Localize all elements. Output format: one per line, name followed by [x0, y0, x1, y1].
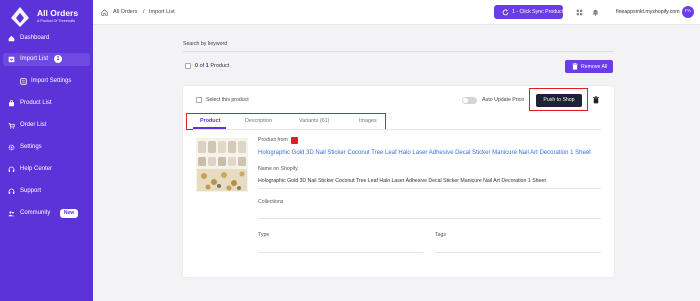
community-icon [8, 211, 15, 217]
sidebar-item-import-settings[interactable]: Import Settings [3, 75, 90, 88]
product-from-label: Product from [258, 137, 288, 143]
type-label: Type [258, 232, 270, 238]
count-of: of [199, 63, 205, 69]
tags-input[interactable] [435, 252, 601, 253]
top-bar: All Orders / Import List 1 - Click Sync … [93, 0, 700, 25]
count-unit: Product [210, 63, 230, 69]
product-title-link[interactable]: Holographic Gold 3D Nail Sticker Coconut… [258, 149, 591, 157]
auto-update-price-toggle[interactable] [462, 97, 477, 104]
tab-product[interactable]: Product [200, 118, 220, 125]
breadcrumb-all-orders[interactable]: All Orders [113, 9, 137, 16]
select-product-label: Select this product [206, 97, 249, 103]
auto-update-price-label: Auto Update Price [482, 97, 525, 103]
sidebar-item-import-list[interactable]: Import List 1 [3, 53, 90, 66]
collections-label: Collections [258, 199, 284, 205]
sidebar-item-dashboard[interactable]: Dashboard [3, 32, 90, 45]
brand-logo-icon [11, 7, 29, 27]
sidebar-item-label: Dashboard [20, 35, 50, 41]
selected-count: 0 [195, 63, 199, 69]
cart-icon [8, 123, 15, 129]
bell-icon[interactable] [592, 9, 599, 16]
tabs-divider [193, 129, 601, 130]
trash-icon [572, 63, 578, 70]
home-icon[interactable] [101, 9, 108, 16]
new-badge: New [60, 208, 78, 218]
delete-product-icon[interactable] [593, 96, 599, 104]
search-input[interactable] [183, 51, 614, 52]
total-count: 1 [205, 63, 209, 69]
sidebar-item-label: Import Settings [31, 78, 72, 84]
brand-subtitle: A Product Of Threecolts [37, 19, 76, 23]
sidebar-item-support[interactable]: Support [3, 185, 90, 198]
name-field-underline [258, 188, 601, 189]
sidebar-item-label: Help Center [20, 166, 53, 172]
sync-icon [502, 8, 509, 15]
sidebar-item-settings[interactable]: Settings [3, 141, 90, 154]
headset-icon [8, 166, 15, 172]
avatar[interactable]: FA [682, 6, 694, 18]
sidebar-item-order-list[interactable]: Order List [3, 119, 90, 132]
select-all-checkbox[interactable] [185, 63, 191, 69]
breadcrumb-separator: / [143, 9, 145, 15]
name-on-shopify-field[interactable]: Holographic Gold 3D Nail Sticker Coconut… [258, 178, 546, 185]
sidebar: All Orders A Product Of Threecolts Dashb… [0, 0, 93, 301]
collections-input[interactable] [258, 218, 601, 219]
toggle-knob [463, 98, 468, 103]
sidebar-item-label: Order List [20, 122, 47, 128]
sidebar-item-help-center[interactable]: Help Center [3, 163, 90, 176]
product-count-text: 0 of 1 Product [195, 62, 229, 70]
sidebar-item-label: Import List [20, 56, 49, 62]
sidebar-item-product-list[interactable]: Product List [3, 97, 90, 110]
sidebar-item-label: Settings [20, 144, 42, 150]
tab-description[interactable]: Description [245, 118, 272, 125]
gear-icon [8, 144, 15, 151]
import-count-badge: 1 [54, 55, 62, 63]
support-icon [8, 188, 15, 194]
tab-images[interactable]: Images [359, 118, 377, 125]
push-to-shop-button[interactable]: Push to Shop [536, 94, 582, 107]
sidebar-item-label: Support [20, 188, 42, 194]
sidebar-item-label: Product List [20, 100, 52, 106]
brand[interactable]: All Orders A Product Of Threecolts [7, 4, 89, 27]
name-on-shopify-label: Name on Shopify [258, 166, 298, 172]
import-list-icon [8, 56, 15, 63]
search-label: Search by keyword [183, 41, 228, 47]
tags-label: Tags [435, 232, 446, 238]
breadcrumb-import-list: Import List [149, 9, 175, 15]
settings-sliders-icon [20, 78, 27, 85]
product-image[interactable] [196, 138, 248, 192]
remove-all-button[interactable]: Remove All [565, 60, 613, 73]
one-click-sync-button[interactable]: 1 - Click Sync Product [494, 5, 563, 19]
tab-variants[interactable]: Variants (61) [299, 118, 329, 125]
sidebar-item-community[interactable]: Community New [3, 207, 90, 220]
shop-url: fineappsmkt.myshopify.com [616, 9, 680, 15]
select-product-checkbox[interactable] [196, 97, 202, 103]
source-store-icon[interactable] [291, 137, 298, 144]
sync-label: 1 - Click Sync Product [512, 9, 564, 15]
brand-title: All Orders [37, 8, 79, 18]
remove-all-label: Remove All [581, 63, 608, 70]
type-input[interactable] [258, 252, 423, 253]
grid-icon[interactable] [576, 9, 583, 16]
home-icon [8, 35, 15, 42]
shopping-bag-icon [9, 100, 14, 107]
sidebar-item-label: Community [20, 210, 51, 216]
